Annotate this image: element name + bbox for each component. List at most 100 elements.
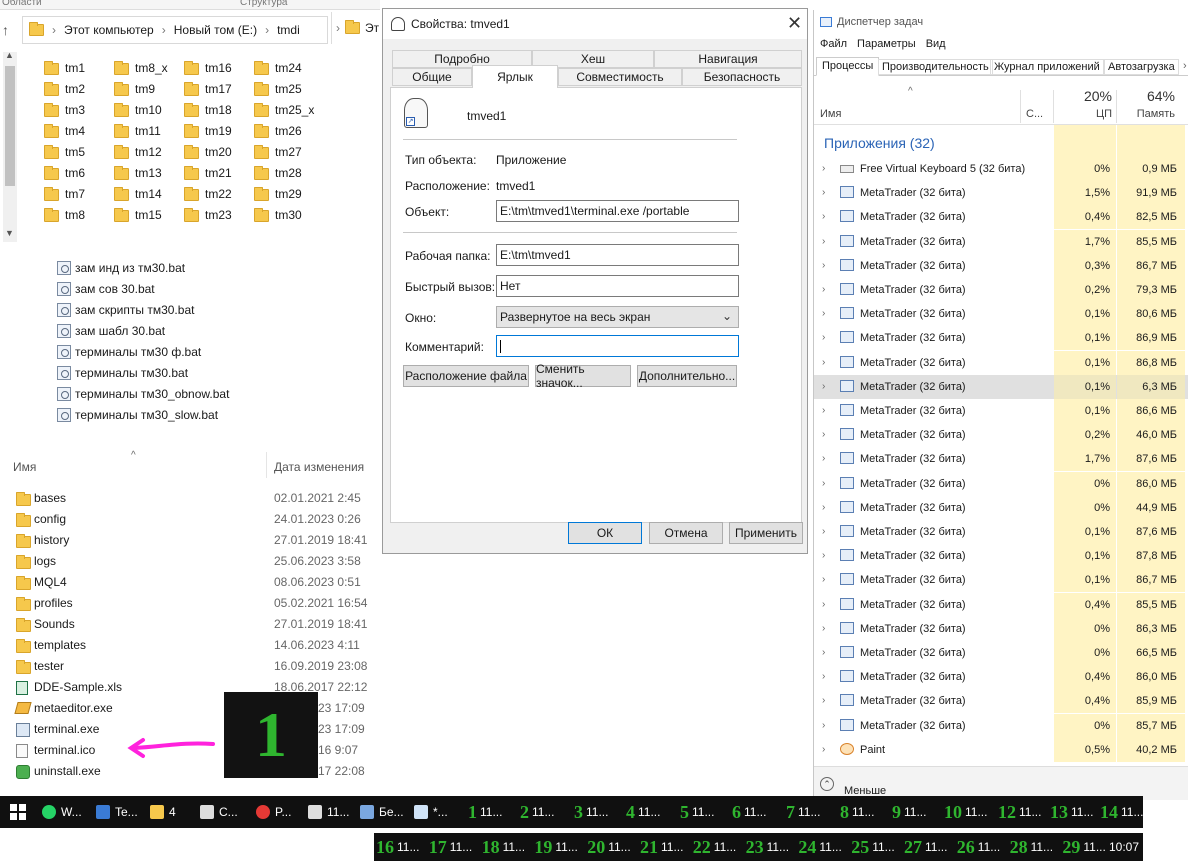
- apply-button[interactable]: Применить: [729, 522, 803, 544]
- column-header-name[interactable]: Имя: [820, 108, 841, 120]
- bat-file-item[interactable]: зам инд из тм30.bat: [57, 261, 185, 275]
- expand-icon[interactable]: ›: [822, 478, 825, 489]
- process-row[interactable]: › MetaTrader (32 бита) 0,4% 85,5 МБ: [814, 592, 1188, 617]
- taskbar-button[interactable]: Te...: [96, 796, 138, 828]
- taskbar-button[interactable]: 7 11...: [786, 796, 820, 828]
- breadcrumb-item[interactable]: tmdi: [277, 23, 300, 37]
- expand-icon[interactable]: ›: [822, 308, 825, 319]
- taskbar-clock[interactable]: 10:07: [1109, 833, 1139, 861]
- process-row[interactable]: › Paint 0,5% 40,2 МБ: [814, 737, 1188, 762]
- expand-icon[interactable]: ›: [822, 550, 825, 561]
- taskbar-button[interactable]: 12 11...: [998, 796, 1041, 828]
- process-row[interactable]: › MetaTrader (32 бита) 0,1% 6,3 МБ: [814, 374, 1188, 399]
- taskbar-button[interactable]: Бе...: [360, 796, 404, 828]
- process-row[interactable]: › MetaTrader (32 бита) 1,7% 87,6 МБ: [814, 447, 1188, 472]
- explorer-scrollbar[interactable]: ▲ ▼: [3, 50, 17, 242]
- column-header-name[interactable]: Имя: [13, 460, 36, 474]
- tab-app-history[interactable]: Журнал приложений: [990, 59, 1104, 75]
- process-row[interactable]: › MetaTrader (32 бита) 0,1% 86,8 МБ: [814, 350, 1188, 375]
- breadcrumb-item[interactable]: Этот компьютер: [64, 23, 154, 37]
- memory-total[interactable]: 64%: [1117, 88, 1175, 104]
- folder-item[interactable]: tm16: [184, 60, 232, 75]
- taskbar-button[interactable]: 11...: [308, 796, 349, 828]
- folder-item[interactable]: tm25: [254, 81, 302, 96]
- taskbar-button[interactable]: 25 11...: [851, 833, 894, 861]
- bat-file-item[interactable]: терминалы тм30_obnow.bat: [57, 387, 229, 401]
- folder-item[interactable]: tm12: [114, 144, 162, 159]
- expand-icon[interactable]: ›: [822, 211, 825, 222]
- folder-item[interactable]: tm13: [114, 165, 162, 180]
- advanced-button[interactable]: Дополнительно...: [637, 365, 737, 387]
- tab-general[interactable]: Общие: [392, 68, 472, 86]
- cancel-button[interactable]: Отмена: [649, 522, 723, 544]
- expand-icon[interactable]: ›: [822, 332, 825, 343]
- taskbar-button[interactable]: 17 11...: [429, 833, 472, 861]
- taskbar-button[interactable]: 20 11...: [587, 833, 630, 861]
- taskbar-button[interactable]: 29 11...: [1062, 833, 1105, 861]
- expand-icon[interactable]: ›: [822, 236, 825, 247]
- ok-button[interactable]: ОК: [568, 522, 642, 544]
- expand-icon[interactable]: ›: [822, 381, 825, 392]
- taskbar-button[interactable]: 18 11...: [482, 833, 525, 861]
- taskbar-button[interactable]: 9 11...: [892, 796, 926, 828]
- expand-icon[interactable]: ›: [822, 453, 825, 464]
- folder-item[interactable]: tm14: [114, 186, 162, 201]
- folder-item[interactable]: tm17: [184, 81, 232, 96]
- memory-header[interactable]: Память: [1117, 108, 1175, 120]
- taskbar-button[interactable]: 16 11...: [376, 833, 419, 861]
- expand-icon[interactable]: ›: [822, 405, 825, 416]
- comment-field[interactable]: [496, 335, 739, 357]
- process-row[interactable]: › Free Virtual Keyboard 5 (32 бита) 0% 0,9 …: [814, 157, 1188, 181]
- scroll-up-icon[interactable]: ▲: [5, 50, 14, 60]
- process-row[interactable]: › MetaTrader (32 бита) 1,7% 85,5 МБ: [814, 229, 1188, 254]
- folder-item[interactable]: tm22: [184, 186, 232, 201]
- folder-item[interactable]: tm11: [114, 123, 161, 138]
- expand-icon[interactable]: ›: [822, 695, 825, 706]
- tab-compatibility[interactable]: Совместимость: [558, 68, 682, 86]
- folder-item[interactable]: tm4: [44, 123, 85, 138]
- change-icon-button[interactable]: Сменить значок...: [535, 362, 631, 390]
- process-row[interactable]: › MetaTrader (32 бита) 0,4% 85,9 МБ: [814, 689, 1188, 714]
- bat-file-item[interactable]: зам сов 30.bat: [57, 282, 155, 296]
- folder-item[interactable]: tm3: [44, 102, 85, 117]
- taskbar-button[interactable]: 5 11...: [680, 796, 714, 828]
- process-row[interactable]: › MetaTrader (32 бита) 0,1% 86,7 МБ: [814, 568, 1188, 593]
- expand-icon[interactable]: ›: [822, 357, 825, 368]
- process-row[interactable]: › MetaTrader (32 бита) 0,4% 82,5 МБ: [814, 205, 1188, 230]
- process-row[interactable]: › MetaTrader (32 бита) 0,3% 86,7 МБ: [814, 253, 1188, 278]
- taskbar-button[interactable]: 1 11...: [468, 796, 502, 828]
- process-row[interactable]: › MetaTrader (32 бита) 0% 85,7 МБ: [814, 713, 1188, 738]
- folder-item[interactable]: tm23: [184, 207, 232, 222]
- taskbar-button[interactable]: 14 11...: [1100, 796, 1143, 828]
- process-row[interactable]: › MetaTrader (32 бита) 0% 86,0 МБ: [814, 471, 1188, 496]
- process-row[interactable]: › MetaTrader (32 бита) 0,1% 87,8 МБ: [814, 544, 1188, 569]
- folder-item[interactable]: tm7: [44, 186, 85, 201]
- column-header-status[interactable]: С...: [1026, 108, 1043, 120]
- tab-navigation[interactable]: Навигация: [654, 50, 802, 68]
- taskbar-button[interactable]: 27 11...: [904, 833, 947, 861]
- tab-shortcut[interactable]: Ярлык: [472, 65, 558, 88]
- bat-file-item[interactable]: зам скрипты тм30.bat: [57, 303, 194, 317]
- window-select[interactable]: Развернутое на весь экран ⌄: [496, 306, 739, 328]
- taskbar-button[interactable]: 23 11...: [746, 833, 789, 861]
- target-field[interactable]: E:\tm\tmved1\terminal.exe /portable: [496, 200, 739, 222]
- close-icon[interactable]: ✕: [787, 13, 802, 34]
- tabs-scroll-icon[interactable]: ›: [1183, 60, 1187, 72]
- taskbar-button[interactable]: 19 11...: [534, 833, 577, 861]
- taskbar-button[interactable]: 22 11...: [693, 833, 736, 861]
- tab-security[interactable]: Безопасность: [682, 68, 802, 86]
- taskbar-button[interactable]: 26 11...: [957, 833, 1000, 861]
- bat-file-item[interactable]: терминалы тм30.bat: [57, 366, 188, 380]
- folder-item[interactable]: tm9: [114, 81, 155, 96]
- folder-item[interactable]: tm21: [184, 165, 232, 180]
- taskbar-button[interactable]: P...: [256, 796, 291, 828]
- hotkey-field[interactable]: Нет: [496, 275, 739, 297]
- expand-icon[interactable]: ›: [822, 502, 825, 513]
- folder-item[interactable]: tm26: [254, 123, 302, 138]
- expand-icon[interactable]: ›: [822, 720, 825, 731]
- folder-item[interactable]: tm18: [184, 102, 232, 117]
- expand-icon[interactable]: ›: [822, 284, 825, 295]
- up-arrow-icon[interactable]: ↑: [2, 22, 9, 38]
- tab-processes[interactable]: Процессы: [816, 57, 880, 76]
- column-header-date[interactable]: Дата изменения: [274, 460, 364, 474]
